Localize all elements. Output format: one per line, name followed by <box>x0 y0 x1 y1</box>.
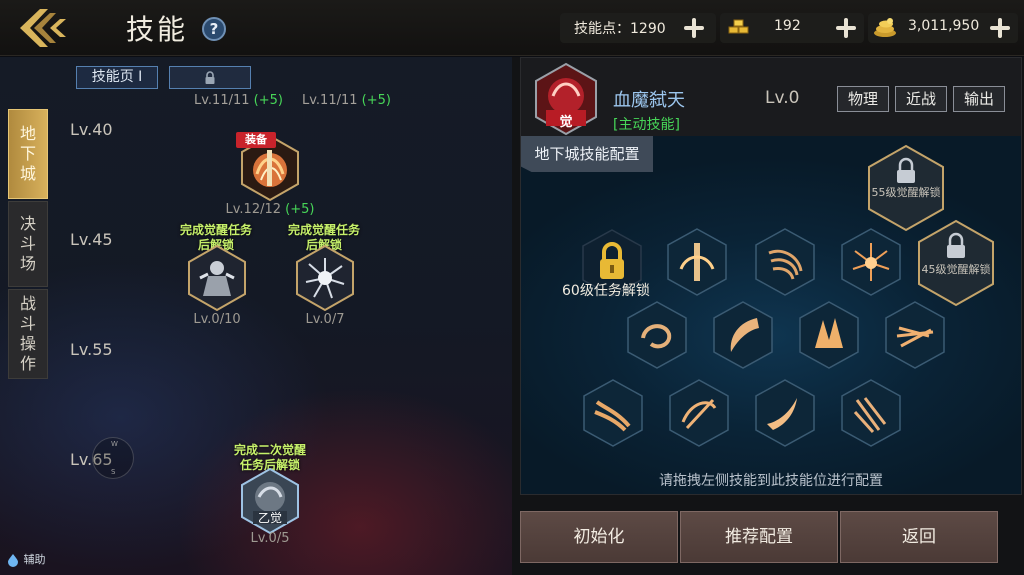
tab-controls-char: 操 <box>19 334 36 353</box>
skill-level-text: Lv.11/11 (+5) <box>194 93 283 108</box>
skill-level-text: Lv.0/7 <box>305 312 345 327</box>
locked-slot-45-text: 45级觉醒解锁 <box>921 263 991 276</box>
skill-slot[interactable] <box>883 300 947 370</box>
skill-level-bonus: (+5) <box>253 93 283 108</box>
assist-icon <box>8 554 18 567</box>
coin-display: 3,011,950 <box>868 13 1018 43</box>
skill-slot-config-area: 地下城技能配置 55级觉醒解锁 45级觉醒解锁 60级任务解锁 请拖拽左侧技能到… <box>521 136 1021 494</box>
skill-level-text: Lv.11/11 (+5) <box>302 93 391 108</box>
skill-name: 血魔弑天 <box>613 90 685 111</box>
tab-dungeon-char: 地 <box>19 124 36 143</box>
skill-slot[interactable] <box>839 227 903 297</box>
level-marker-40: Lv.40 <box>70 120 113 139</box>
skill-page-1-tab[interactable]: 技能页 I <box>76 66 158 89</box>
level-marker-45: Lv.45 <box>70 230 113 249</box>
help-button[interactable]: ? <box>202 17 226 41</box>
skill-slot[interactable] <box>753 378 817 448</box>
skill-points-display: 技能点：1290 <box>560 13 716 43</box>
skill-level-bonus: (+5) <box>361 93 391 108</box>
page-title: 技能 <box>126 13 189 46</box>
gold-bar-display: 192 <box>720 13 864 43</box>
tab-dungeon-char: 下 <box>19 144 36 163</box>
skill-level-text: Lv.0/10 <box>193 312 241 327</box>
skill-slot[interactable] <box>839 378 903 448</box>
skill-slot[interactable] <box>797 300 861 370</box>
equipped-badge: 装备 <box>236 132 276 148</box>
skill-tree-panel: 地 下 城 决 斗 场 战 斗 操 作 技能页 I Lv.11/11 (+5) … <box>0 57 512 575</box>
top-bar: 技能 ? 技能点：1290 192 3,011,950 <box>0 0 1024 56</box>
coin-pile-icon <box>874 18 896 37</box>
drag-hint-text: 请拖拽左侧技能到此技能位进行配置 <box>659 473 883 489</box>
tag-damage: 输出 <box>953 86 1005 112</box>
awaken-badge-text: 觉 <box>559 115 573 130</box>
demon-form-skill-icon[interactable] <box>186 244 248 312</box>
selected-skill-icon[interactable]: 觉 <box>533 62 599 136</box>
level-marker-55: Lv.55 <box>70 340 113 359</box>
tab-controls-char: 斗 <box>19 314 36 333</box>
tab-arena-char: 决 <box>19 214 36 233</box>
skill-level-text: Lv.0/5 <box>250 531 290 546</box>
tab-controls-char: 作 <box>19 354 36 373</box>
skill-current-level: Lv.0 <box>765 88 800 108</box>
tab-arena[interactable]: 决 斗 场 <box>8 201 48 287</box>
skill-level-value: Lv.12/12 <box>225 202 282 217</box>
tab-combat-controls[interactable]: 战 斗 操 作 <box>8 289 48 379</box>
tag-melee: 近战 <box>895 86 947 112</box>
skill-level-bonus: (+5) <box>285 202 315 217</box>
locked-slot-45: 45级觉醒解锁 <box>915 219 997 307</box>
tab-dungeon-char: 城 <box>19 164 36 183</box>
skill-slot[interactable] <box>625 300 689 370</box>
svg-text:乙觉: 乙觉 <box>258 511 282 525</box>
compass-north: W <box>111 440 118 448</box>
skill-type: [主动技能] <box>613 117 680 133</box>
gold-value: 192 <box>774 18 801 34</box>
lock-icon <box>205 71 215 84</box>
skill-slot[interactable] <box>665 227 729 297</box>
reset-button[interactable]: 初始化 <box>520 511 678 563</box>
skill-slot[interactable] <box>711 300 775 370</box>
add-coin-button[interactable] <box>988 16 1012 40</box>
skill-level-value: Lv.11/11 <box>302 93 358 108</box>
skill-slot[interactable] <box>753 227 817 297</box>
coin-value: 3,011,950 <box>908 18 980 34</box>
gold-bars-icon <box>728 19 749 34</box>
compass-south: S <box>111 468 116 476</box>
back-arrow-icon[interactable] <box>14 5 74 51</box>
skill-level-value: Lv.11/11 <box>194 93 250 108</box>
skill-detail-card: 觉 血魔弑天 [主动技能] Lv.0 物理 近战 输出 地下城技能配置 55级觉… <box>520 57 1022 495</box>
assist-label: 辅助 <box>23 553 46 566</box>
skill-detail-panel: 觉 血魔弑天 [主动技能] Lv.0 物理 近战 输出 地下城技能配置 55级觉… <box>512 57 1024 575</box>
config-title: 地下城技能配置 <box>521 136 653 172</box>
assist-button[interactable]: 辅助 <box>6 551 46 567</box>
skill-slot[interactable] <box>667 378 731 448</box>
skill-level-text: Lv.12/12 (+5) <box>225 202 315 217</box>
tag-physical: 物理 <box>837 86 889 112</box>
skill-page-2-tab-locked[interactable] <box>169 66 251 89</box>
skill-points-label: 技能点：1290 <box>574 21 666 37</box>
recommend-config-button[interactable]: 推荐配置 <box>680 511 838 563</box>
return-button[interactable]: 返回 <box>840 511 998 563</box>
locked-slot-55-text: 55级觉醒解锁 <box>871 186 941 199</box>
awaken-badge: 觉 <box>546 111 586 130</box>
tab-dungeon[interactable]: 地 下 城 <box>8 109 48 199</box>
add-gold-button[interactable] <box>834 16 858 40</box>
burst-skill-icon[interactable] <box>294 244 356 312</box>
add-skill-points-button[interactable] <box>682 16 706 40</box>
skill-slot[interactable] <box>581 378 645 448</box>
tab-arena-char: 斗 <box>19 234 36 253</box>
second-awakening-skill-icon[interactable]: 乙觉 <box>239 467 301 535</box>
tab-arena-char: 场 <box>19 254 36 273</box>
quest-lock-text: 60级任务解锁 <box>562 283 650 299</box>
compass-icon: W S <box>92 437 134 479</box>
tab-controls-char: 战 <box>19 294 36 313</box>
